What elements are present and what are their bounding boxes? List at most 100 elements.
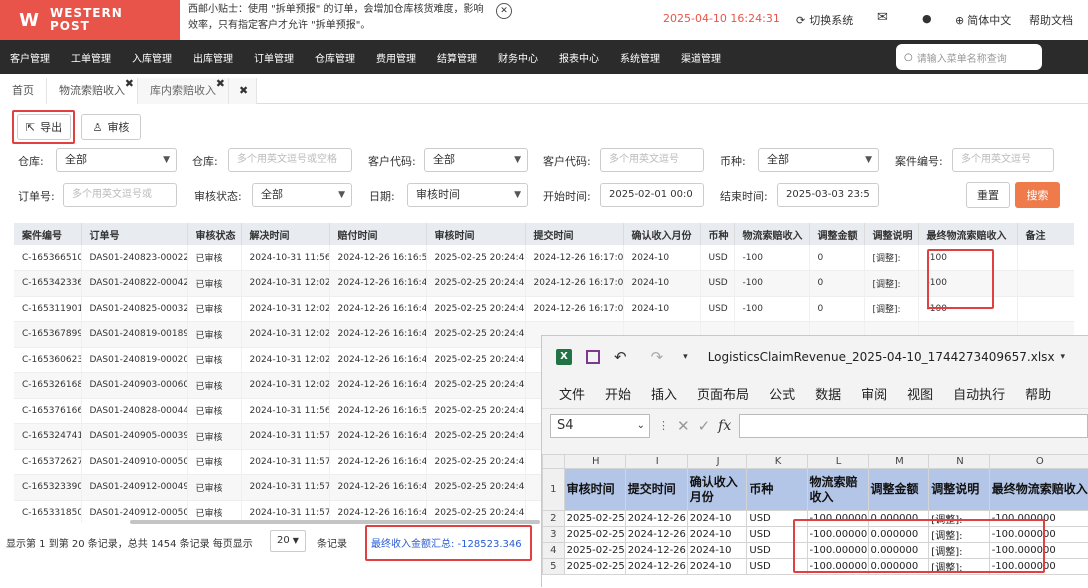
column-header[interactable]: 物流索赔收入 [734, 223, 809, 245]
column-header[interactable]: 审核时间 [426, 223, 525, 245]
column-header[interactable]: 解决时间 [241, 223, 329, 245]
nav-item[interactable]: 费用管理 [376, 50, 416, 65]
column-header[interactable]: 确认收入月份 [623, 223, 700, 245]
sheet-header-cell[interactable]: 调整说明 [929, 469, 989, 511]
column-header[interactable]: 备注 [1017, 223, 1074, 245]
undo-icon[interactable]: ↶ [614, 348, 627, 366]
check-icon[interactable]: ✓ [698, 417, 711, 435]
column-letter[interactable]: O [989, 455, 1088, 469]
column-header[interactable]: 调整金额 [809, 223, 864, 245]
sheet-cell[interactable]: 2024-12-26 [625, 543, 687, 559]
menu-search-input[interactable]: ○请输入菜单名称查询 [896, 44, 1042, 70]
column-letter[interactable]: K [747, 455, 807, 469]
cancel-icon[interactable]: ✕ [677, 417, 690, 435]
sheet-header-cell[interactable]: 币种 [747, 469, 807, 511]
sheet-header-cell[interactable]: 审核时间 [564, 469, 625, 511]
close-icon[interactable]: ✖ [216, 71, 225, 97]
column-header[interactable]: 赔付时间 [329, 223, 426, 245]
nav-item[interactable]: 工单管理 [71, 50, 111, 65]
nav-item[interactable]: 报表中心 [559, 50, 599, 65]
function-icon[interactable]: fx [718, 418, 731, 434]
customer-code-select[interactable]: 全部▼ [424, 148, 528, 172]
end-time-input[interactable]: 2025-03-03 23:5 [777, 183, 879, 207]
close-icon[interactable]: ✖ [125, 71, 134, 97]
audit-status-select[interactable]: 全部▼ [252, 183, 352, 207]
mail-icon[interactable]: ✉ [877, 10, 888, 25]
ribbon-tab[interactable]: 审阅 [861, 384, 887, 403]
ribbon-tab[interactable]: 自动执行 [953, 384, 1005, 403]
sheet-cell[interactable]: 2024-10 [687, 559, 747, 575]
sheet-cell[interactable]: 2024-12-26 [625, 559, 687, 575]
ribbon-tab[interactable]: 视图 [907, 384, 933, 403]
sheet-cell[interactable]: 2024-12-26 [625, 527, 687, 543]
nav-item[interactable]: 入库管理 [132, 50, 172, 65]
ribbon-tab[interactable]: 帮助 [1025, 384, 1051, 403]
currency-select[interactable]: 全部▼ [758, 148, 879, 172]
sheet-cell[interactable]: 2025-02-25 [564, 559, 625, 575]
formula-input[interactable] [739, 414, 1088, 438]
column-header[interactable]: 案件编号 [14, 223, 81, 245]
row-number[interactable]: 5 [543, 559, 565, 575]
column-letter[interactable]: H [564, 455, 625, 469]
nav-item[interactable]: 财务中心 [498, 50, 538, 65]
search-button[interactable]: 搜索 [1015, 182, 1060, 208]
column-header[interactable]: 最终物流索赔收入 [918, 223, 1017, 245]
language-button[interactable]: ⊕简体中文 [955, 12, 1011, 28]
column-letter[interactable]: I [625, 455, 687, 469]
column-letter[interactable]: M [868, 455, 929, 469]
date-type-select[interactable]: 审核时间▼ [407, 183, 528, 207]
column-letter[interactable]: N [929, 455, 989, 469]
ribbon-tab[interactable]: 插入 [651, 384, 677, 403]
user-icon[interactable]: ● [922, 12, 932, 25]
nav-item[interactable]: 结算管理 [437, 50, 477, 65]
quick-access-icon[interactable]: ▾ [683, 352, 688, 362]
help-link[interactable]: 帮助文档 [1029, 12, 1073, 28]
tab-home[interactable]: 首页 [0, 78, 47, 104]
close-all-tabs-icon[interactable]: ✖ [229, 78, 257, 104]
audit-button[interactable]: ♙审核 [81, 114, 141, 140]
table-row[interactable]: C-165342336DAS01-240822-00042已审核2024-10-… [14, 271, 1074, 297]
chevron-down-icon[interactable]: ▾ [1061, 352, 1066, 362]
ribbon-tab[interactable]: 公式 [769, 384, 795, 403]
corner-cell[interactable] [543, 455, 565, 469]
sheet-header-cell[interactable]: 最终物流索赔收入 [989, 469, 1088, 511]
row-number[interactable]: 1 [543, 469, 565, 511]
warehouse-select[interactable]: 全部▼ [56, 148, 177, 172]
ribbon-tab[interactable]: 文件 [559, 384, 585, 403]
column-header[interactable]: 订单号 [81, 223, 187, 245]
reset-button[interactable]: 重置 [966, 182, 1010, 208]
sheet-cell[interactable]: 2024-10 [687, 511, 747, 527]
nav-item[interactable]: 系统管理 [620, 50, 660, 65]
tab-warehouse-claim[interactable]: 库内索赔收入✖ [138, 78, 229, 104]
sheet-header-cell[interactable]: 调整金额 [868, 469, 929, 511]
nav-item[interactable]: 出库管理 [193, 50, 233, 65]
column-letter[interactable]: L [807, 455, 868, 469]
sheet-header-cell[interactable]: 物流索赔收入 [807, 469, 868, 511]
start-time-input[interactable]: 2025-02-01 00:0 [600, 183, 704, 207]
sheet-cell[interactable]: 2024-10 [687, 543, 747, 559]
sheet-header-cell[interactable]: 确认收入月份 [687, 469, 747, 511]
order-no-input[interactable]: 多个用英文逗号或 [63, 183, 177, 207]
ribbon-tab[interactable]: 数据 [815, 384, 841, 403]
sheet-cell[interactable]: 2024-12-26 [625, 511, 687, 527]
case-no-input[interactable]: 多个用英文逗号 [952, 148, 1054, 172]
sheet-cell[interactable]: 2025-02-25 [564, 543, 625, 559]
row-number[interactable]: 4 [543, 543, 565, 559]
column-header[interactable]: 调整说明 [864, 223, 918, 245]
column-header[interactable]: 提交时间 [525, 223, 623, 245]
sheet-cell[interactable]: 2024-10 [687, 527, 747, 543]
nav-item[interactable]: 渠道管理 [681, 50, 721, 65]
nav-item[interactable]: 订单管理 [254, 50, 294, 65]
sheet-cell[interactable]: 2025-02-25 [564, 527, 625, 543]
tab-logistics-claim[interactable]: 物流索赔收入✖ [47, 78, 138, 104]
column-letter[interactable]: J [687, 455, 747, 469]
table-row[interactable]: C-165311901DAS01-240825-00032已审核2024-10-… [14, 296, 1074, 322]
table-row[interactable]: C-165366510DAS01-240823-00022已审核2024-10-… [14, 245, 1074, 271]
name-box[interactable]: S4⌄ [550, 414, 650, 438]
ribbon-tab[interactable]: 开始 [605, 384, 631, 403]
nav-item[interactable]: 客户管理 [10, 50, 50, 65]
column-header[interactable]: 审核状态 [187, 223, 241, 245]
row-number[interactable]: 3 [543, 527, 565, 543]
column-header[interactable]: 币种 [700, 223, 734, 245]
nav-item[interactable]: 仓库管理 [315, 50, 355, 65]
